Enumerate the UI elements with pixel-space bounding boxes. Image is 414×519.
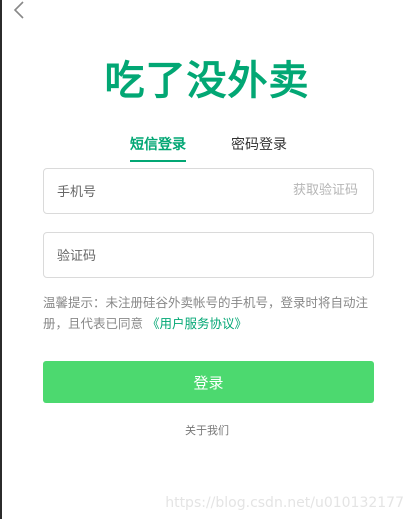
code-field bbox=[43, 232, 374, 279]
phone-input[interactable] bbox=[55, 169, 279, 215]
phone-field: 获取验证码 bbox=[43, 168, 374, 215]
get-code-button[interactable]: 获取验证码 bbox=[293, 169, 358, 213]
watermark: https://blog.csdn.net/u010132177 bbox=[165, 495, 404, 511]
app-logo-title: 吃了没外卖 bbox=[104, 58, 310, 104]
login-tabs: 短信登录 密码登录 bbox=[0, 134, 414, 162]
verification-code-input[interactable] bbox=[55, 233, 279, 279]
registration-tip: 温馨提示：未注册硅谷外卖帐号的手机号，登录时将自动注册，且代表已同意 《用户服务… bbox=[43, 292, 378, 334]
chevron-left-icon bbox=[13, 0, 25, 24]
tab-sms-login[interactable]: 短信登录 bbox=[130, 134, 186, 162]
tab-password-login[interactable]: 密码登录 bbox=[231, 134, 287, 160]
user-agreement-link[interactable]: 《用户服务协议》 bbox=[147, 316, 247, 331]
back-button[interactable] bbox=[8, 0, 30, 24]
login-button[interactable]: 登录 bbox=[43, 361, 374, 403]
about-us-link[interactable]: 关于我们 bbox=[0, 422, 414, 438]
